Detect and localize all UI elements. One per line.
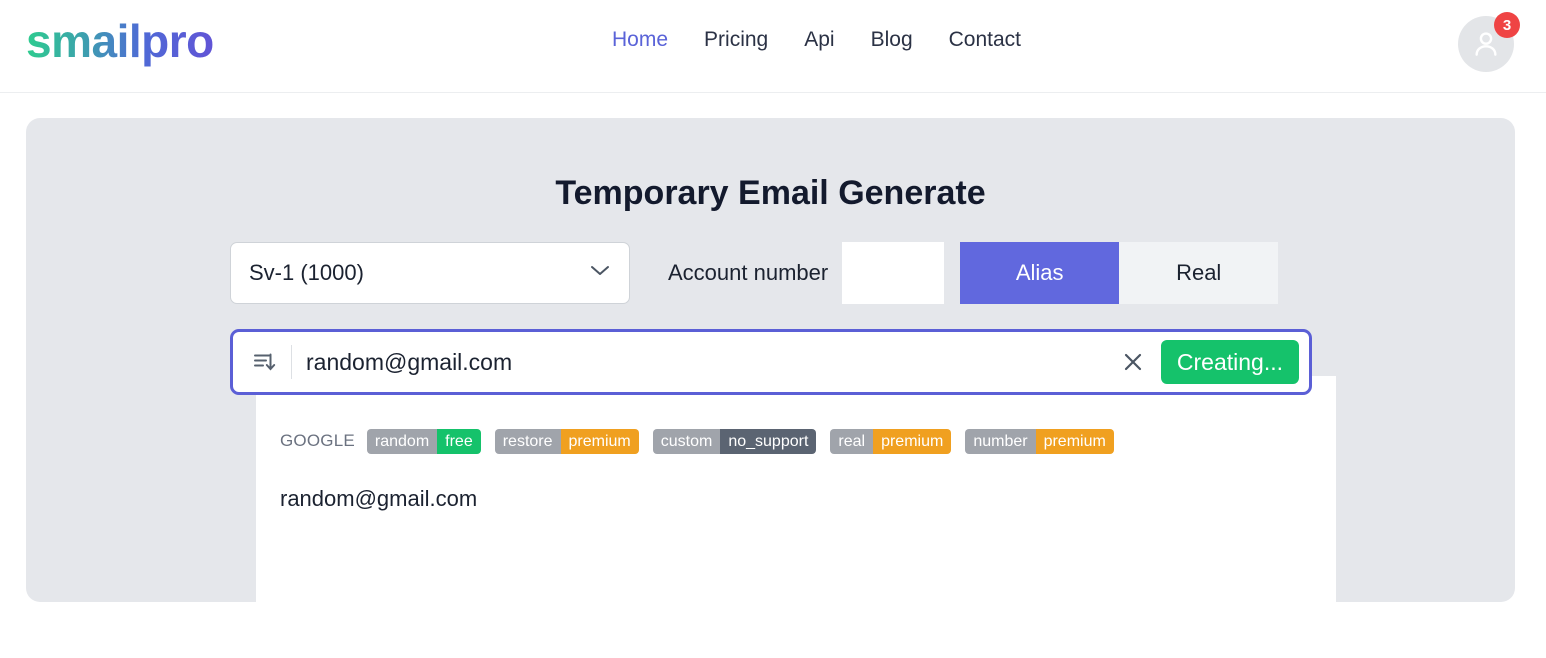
tag-badge-restore[interactable]: restore premium [495,429,639,454]
tag-group-label: GOOGLE [280,431,355,451]
tag-badge-name: custom [653,429,721,454]
tag-badge-status: premium [561,429,639,454]
nav-item-api[interactable]: Api [804,28,834,52]
nav-item-pricing[interactable]: Pricing [704,28,768,52]
tag-badge-name: real [830,429,873,454]
create-email-button[interactable]: Creating... [1161,340,1299,384]
mode-button-real[interactable]: Real [1119,242,1278,304]
generator-panel: Temporary Email Generate Sv-1 (1000) Acc… [26,118,1515,602]
tag-badge-number[interactable]: number premium [965,429,1113,454]
sort-descending-icon[interactable] [247,349,283,375]
main-nav: Home Pricing Api Blog Contact [612,28,1021,52]
tag-badge-status: premium [873,429,951,454]
mode-toggle-group: Alias Real [960,242,1278,304]
server-select-value: Sv-1 (1000) [249,260,364,286]
account-number-label: Account number [668,260,828,286]
tag-badge-custom[interactable]: custom no_support [653,429,817,454]
nav-item-blog[interactable]: Blog [871,28,913,52]
tag-badge-real[interactable]: real premium [830,429,951,454]
server-select[interactable]: Sv-1 (1000) [230,242,630,304]
nav-item-home[interactable]: Home [612,28,668,52]
tag-badge-random[interactable]: random free [367,429,481,454]
tag-badge-status: free [437,429,481,454]
input-divider [291,345,292,379]
page-title: Temporary Email Generate [26,174,1515,213]
controls-row: Sv-1 (1000) Account number Alias Real [230,242,1278,304]
notification-badge: 3 [1494,12,1520,38]
tag-row: GOOGLE random free restore premium custo… [280,428,1336,454]
chevron-down-icon [589,264,611,283]
suggestion-item[interactable]: random@gmail.com [280,486,477,512]
tag-badge-name: restore [495,429,561,454]
nav-item-contact[interactable]: Contact [949,28,1021,52]
tag-badge-name: number [965,429,1035,454]
tag-badge-status: premium [1036,429,1114,454]
email-input[interactable] [306,332,1113,392]
site-header: smailpro Home Pricing Api Blog Contact 3 [0,0,1546,93]
avatar[interactable]: 3 [1458,16,1514,72]
brand-logo[interactable]: smailpro [26,14,214,68]
close-icon[interactable] [1113,342,1153,382]
tag-badge-status: no_support [720,429,816,454]
account-number-input[interactable] [842,242,944,304]
tag-badge-name: random [367,429,437,454]
mode-button-alias[interactable]: Alias [960,242,1119,304]
email-input-row: Creating... [230,329,1312,395]
